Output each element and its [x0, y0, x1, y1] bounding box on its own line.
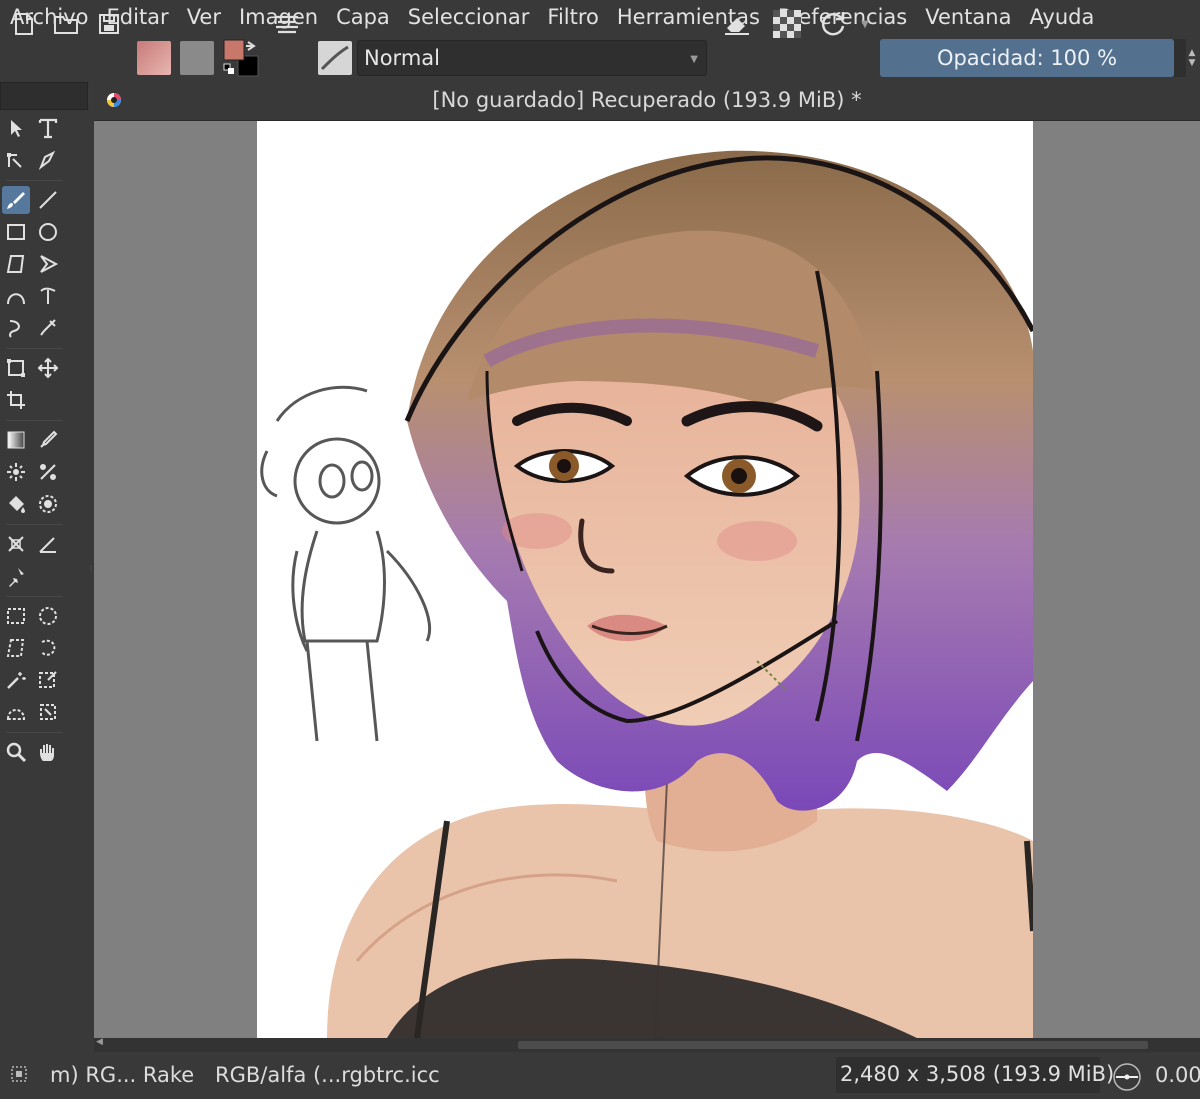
brush-preset-icon[interactable]	[318, 41, 352, 75]
brush-preset-status[interactable]: m) RG... Rake	[50, 1063, 194, 1087]
menu-ver[interactable]: Ver	[177, 5, 229, 29]
ellipse-select-icon[interactable]	[34, 602, 62, 630]
chevron-down-icon: ▼	[690, 54, 698, 65]
measure-tool-icon[interactable]	[2, 530, 30, 558]
rect-select-icon[interactable]	[2, 602, 30, 630]
opacity-spinner[interactable]	[1174, 39, 1186, 77]
image-size-status[interactable]: 2,480 x 3,508 (193.9 MiB)	[836, 1057, 1114, 1093]
dynamic-brush-icon[interactable]	[2, 314, 30, 342]
brush-settings-icon[interactable]	[272, 6, 302, 42]
ellipse-tool-icon[interactable]	[34, 218, 62, 246]
magnetic-select-icon[interactable]	[34, 698, 62, 726]
polyline-tool-icon[interactable]	[34, 250, 62, 278]
magic-wand-icon[interactable]	[2, 666, 30, 694]
color-picker-icon[interactable]	[34, 426, 62, 454]
smart-patch-icon[interactable]	[2, 458, 30, 486]
similar-color-select-icon[interactable]	[34, 666, 62, 694]
open-folder-icon[interactable]	[52, 6, 80, 42]
rectangle-tool-icon[interactable]	[2, 218, 30, 246]
transform-tool-icon[interactable]	[2, 354, 30, 382]
opacity-label: Opacidad: 100 %	[936, 46, 1118, 70]
artwork-illustration	[260, 150, 1033, 1038]
text-tool-icon[interactable]	[34, 114, 62, 142]
opacity-slider[interactable]: Opacidad: 100 %	[880, 39, 1174, 77]
assistant-tool-icon[interactable]	[34, 458, 62, 486]
scroll-left-icon[interactable]: ◀	[96, 1037, 103, 1047]
edit-shapes-icon[interactable]	[2, 146, 30, 174]
toolbar-overflow-icon[interactable]: ▲ ▼	[1187, 40, 1197, 76]
reload-preset-icon[interactable]	[818, 6, 848, 42]
freehand-path-icon[interactable]	[34, 282, 62, 310]
gradient-tool-icon[interactable]	[2, 426, 30, 454]
polygon-select-icon[interactable]	[2, 634, 30, 662]
calligraphy-icon[interactable]	[34, 146, 62, 174]
horizontal-scrollbar[interactable]: ◀	[94, 1037, 1200, 1052]
fill-tool-icon[interactable]	[2, 490, 30, 518]
canvas-paper[interactable]	[257, 121, 1033, 1038]
line-tool-icon[interactable]	[34, 186, 62, 214]
rotation-icon[interactable]	[1112, 1062, 1142, 1096]
zoom-tool-icon[interactable]	[2, 738, 30, 766]
mirror-dropdown-icon[interactable]: ▼	[858, 6, 872, 42]
pan-tool-icon[interactable]	[34, 738, 62, 766]
reference-pin-icon[interactable]	[2, 562, 30, 590]
preserve-alpha-icon[interactable]	[772, 6, 802, 42]
blend-mode-select[interactable]: Normal ▼	[357, 40, 707, 76]
toolbox: ⋮	[0, 110, 94, 1050]
selection-status-icon[interactable]	[10, 1064, 28, 1088]
select-shapes-icon[interactable]	[2, 114, 30, 142]
horizontal-scroll-thumb[interactable]	[518, 1041, 1148, 1049]
menu-filtro[interactable]: Filtro	[537, 5, 606, 29]
document-title: [No guardado] Recuperado (193.9 MiB) *	[432, 88, 862, 112]
freehand-brush-icon[interactable]	[2, 186, 30, 214]
blend-mode-value: Normal	[364, 46, 440, 70]
menu-bar: Archivo Editar Ver Imagen Capa Seleccion…	[0, 0, 1200, 34]
color-profile-status[interactable]: RGB/alfa (...rgbtrc.icc	[215, 1063, 440, 1087]
image-dimensions: 2,480 x 3,508 (193.9 MiB)	[840, 1062, 1115, 1086]
gradient-preset-icon[interactable]	[137, 41, 171, 75]
multibrush-icon[interactable]	[34, 314, 62, 342]
save-icon[interactable]	[95, 6, 123, 42]
menu-seleccionar[interactable]: Seleccionar	[398, 5, 538, 29]
pattern-preset-icon[interactable]	[180, 41, 214, 75]
bezier-select-icon[interactable]	[2, 698, 30, 726]
bezier-tool-icon[interactable]	[2, 282, 30, 310]
freehand-select-icon[interactable]	[34, 634, 62, 662]
eraser-icon[interactable]	[722, 6, 752, 42]
enclose-fill-icon[interactable]	[34, 490, 62, 518]
docker-header	[0, 82, 88, 110]
new-document-icon[interactable]	[10, 6, 38, 42]
document-tab[interactable]: [No guardado] Recuperado (193.9 MiB) *	[94, 82, 1200, 121]
crop-tool-icon[interactable]	[2, 386, 30, 414]
menu-ayuda[interactable]: Ayuda	[1019, 5, 1102, 29]
rotation-value: 0.00	[1155, 1063, 1200, 1087]
canvas-viewport[interactable]	[94, 121, 1200, 1038]
polygon-tool-icon[interactable]	[2, 250, 30, 278]
menu-capa[interactable]: Capa	[326, 5, 398, 29]
move-tool-icon[interactable]	[34, 354, 62, 382]
menu-ventana[interactable]: Ventana	[915, 5, 1019, 29]
angle-tool-icon[interactable]	[34, 530, 62, 558]
color-swap-widget[interactable]	[222, 38, 262, 78]
